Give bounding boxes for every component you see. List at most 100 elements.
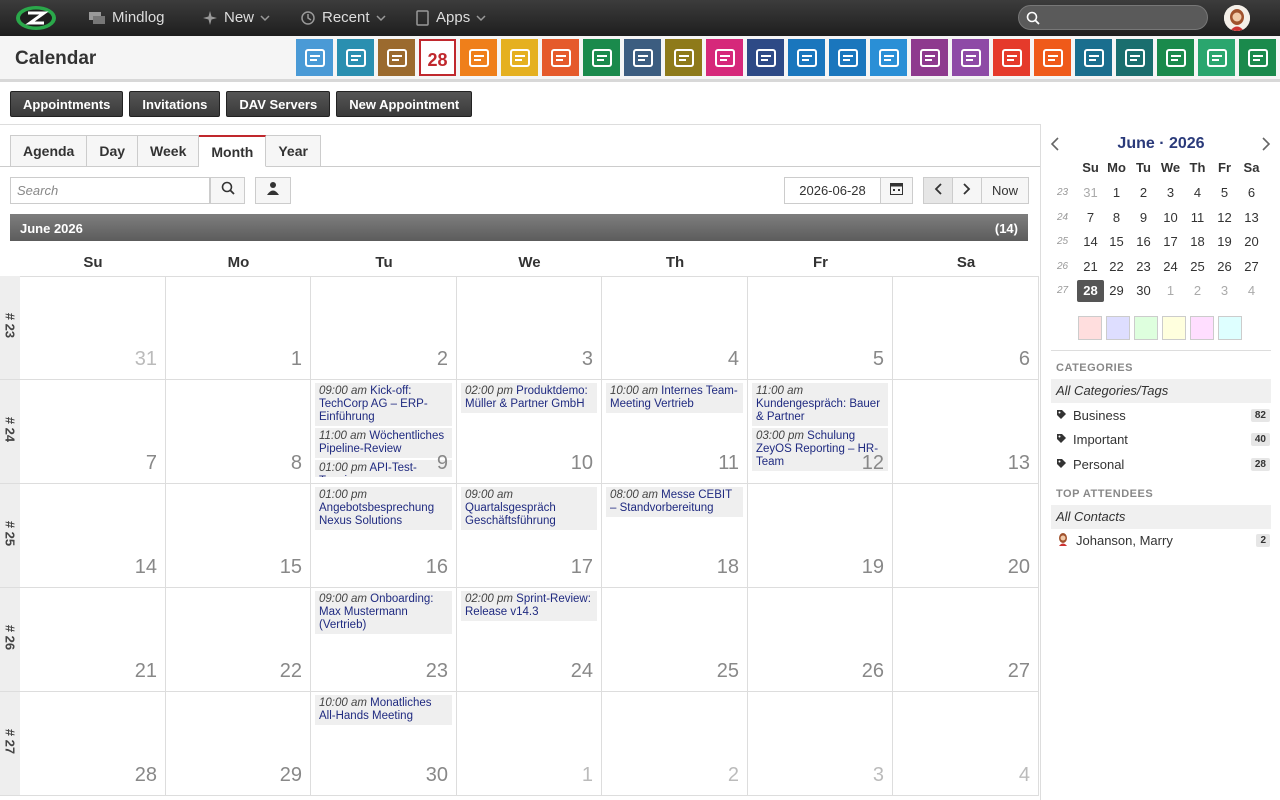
mini-day[interactable]: 31 (1077, 182, 1104, 204)
event-item[interactable]: 10:00 am Monatliches All-Hands Meeting (315, 695, 452, 725)
pdf-app-icon[interactable] (993, 39, 1030, 76)
mini-next-button[interactable] (1260, 135, 1272, 158)
mini-day[interactable]: 30 (1130, 280, 1157, 302)
day-cell[interactable]: 09:00 am Quartalsgespräch Geschäftsführu… (457, 484, 602, 588)
mini-day[interactable]: 1 (1157, 280, 1184, 302)
mini-day[interactable]: 28 (1077, 280, 1104, 302)
mini-day[interactable]: 2 (1184, 280, 1211, 302)
day-cell[interactable]: 3 (748, 692, 893, 796)
day-cell[interactable]: 5 (748, 276, 893, 380)
day-cell[interactable]: 26 (748, 588, 893, 692)
documents-app-icon[interactable] (665, 39, 702, 76)
appointments-button[interactable]: Appointments (10, 91, 124, 117)
day-cell[interactable]: 14 (20, 484, 166, 588)
all-categories-link[interactable]: All Categories/Tags (1051, 379, 1271, 403)
day-cell[interactable]: 02:00 pm Sprint-Review: Release v14.3 24 (457, 588, 602, 692)
projects-app-icon[interactable] (542, 39, 579, 76)
mail-app-icon[interactable] (296, 39, 333, 76)
search-button[interactable] (210, 177, 245, 204)
now-button[interactable]: Now (981, 177, 1029, 204)
date-picker-button[interactable] (880, 177, 913, 204)
finance-app-icon[interactable] (747, 39, 784, 76)
cart-app-icon[interactable] (1116, 39, 1153, 76)
mini-day[interactable]: 23 (1130, 256, 1157, 278)
event-item[interactable]: 09:00 am Onboarding: Max Mustermann (Ver… (315, 591, 452, 634)
day-cell[interactable]: 6 (893, 276, 1039, 380)
calendar-app-icon[interactable]: 28 (419, 39, 456, 76)
mini-day[interactable]: 5 (1211, 182, 1238, 204)
user-avatar[interactable] (1224, 5, 1250, 31)
day-cell[interactable]: 01:00 pm Angebotsbesprechung Nexus Solut… (311, 484, 457, 588)
mini-day[interactable]: 24 (1157, 256, 1184, 278)
color-swatch[interactable] (1078, 316, 1102, 340)
mini-day[interactable]: 10 (1157, 207, 1184, 229)
next-month-button[interactable] (952, 177, 982, 204)
tab-week[interactable]: Week (138, 135, 200, 167)
nav-mindlog[interactable]: Mindlog (88, 9, 165, 26)
day-cell[interactable]: 21 (20, 588, 166, 692)
prev-month-button[interactable] (923, 177, 953, 204)
mini-day[interactable]: 27 (1238, 256, 1265, 278)
nav-recent[interactable]: Recent (300, 9, 386, 26)
payment-app-icon[interactable] (870, 39, 907, 76)
bookmarks-app-icon[interactable] (624, 39, 661, 76)
event-item[interactable]: 11:00 am Wöchentliches Pipeline-Review (315, 428, 452, 458)
mini-day[interactable]: 9 (1130, 207, 1157, 229)
mini-day[interactable]: 12 (1211, 207, 1238, 229)
mini-day[interactable]: 26 (1211, 256, 1238, 278)
event-item[interactable]: 09:00 am Kick-off: TechCorp AG – ERP-Ein… (315, 383, 452, 426)
accounting-app-icon[interactable] (1157, 39, 1194, 76)
mini-day[interactable]: 3 (1211, 280, 1238, 302)
category-business[interactable]: Business 82 (1056, 404, 1270, 426)
day-cell[interactable]: 28 (20, 692, 166, 796)
mini-day[interactable]: 7 (1077, 207, 1104, 229)
day-cell[interactable]: 29 (166, 692, 311, 796)
tab-agenda[interactable]: Agenda (10, 135, 88, 167)
delivery-app-icon[interactable] (788, 39, 825, 76)
mini-day[interactable]: 16 (1130, 231, 1157, 253)
mini-day[interactable]: 3 (1157, 182, 1184, 204)
mini-day[interactable]: 13 (1238, 207, 1265, 229)
mini-day[interactable]: 21 (1077, 256, 1104, 278)
day-cell[interactable]: 20 (893, 484, 1039, 588)
day-cell[interactable]: 4 (602, 276, 748, 380)
tab-day[interactable]: Day (87, 135, 139, 167)
day-cell[interactable]: 10:00 am Monatliches All-Hands Meeting 30 (311, 692, 457, 796)
day-cell[interactable]: 13 (893, 380, 1039, 484)
tasks-app-icon[interactable] (501, 39, 538, 76)
color-swatch[interactable] (1218, 316, 1242, 340)
nav-apps[interactable]: Apps (416, 9, 486, 26)
mini-day[interactable]: 20 (1238, 231, 1265, 253)
day-cell[interactable]: 27 (893, 588, 1039, 692)
day-cell[interactable]: 02:00 pm Produktdemo: Müller & Partner G… (457, 380, 602, 484)
download-app-icon[interactable] (1075, 39, 1112, 76)
event-item[interactable]: 10:00 am Internes Team-Meeting Vertrieb (606, 383, 743, 413)
color-swatch[interactable] (1190, 316, 1214, 340)
mini-day[interactable]: 11 (1184, 207, 1211, 229)
event-item[interactable]: 09:00 am Quartalsgespräch Geschäftsführu… (461, 487, 597, 530)
timer-app-icon[interactable] (460, 39, 497, 76)
day-cell[interactable]: 22 (166, 588, 311, 692)
day-cell[interactable]: 1 (166, 276, 311, 380)
invitations-button[interactable]: Invitations (129, 91, 221, 117)
mini-day[interactable]: 22 (1103, 256, 1130, 278)
zeyos-logo-icon[interactable] (14, 4, 58, 36)
day-cell[interactable]: 01:00 pm API-Test-Termin 11:00 am Wöchent… (311, 380, 457, 484)
event-item[interactable]: 02:00 pm Produktdemo: Müller & Partner G… (461, 383, 597, 413)
color-swatch[interactable] (1106, 316, 1130, 340)
event-item[interactable]: 01:00 pm Angebotsbesprechung Nexus Solut… (315, 487, 452, 530)
global-search[interactable] (1018, 5, 1208, 30)
database-app-icon[interactable] (1239, 39, 1276, 76)
day-cell[interactable]: 09:00 am Onboarding: Max Mustermann (Ver… (311, 588, 457, 692)
all-contacts-link[interactable]: All Contacts (1051, 505, 1271, 529)
addressbook-app-icon[interactable] (378, 39, 415, 76)
day-cell[interactable]: 25 (602, 588, 748, 692)
broadcast-app-icon[interactable] (1034, 39, 1071, 76)
event-item[interactable]: 01:00 pm API-Test-Termin (315, 460, 452, 477)
notes-app-icon[interactable] (583, 39, 620, 76)
global-search-input[interactable] (1043, 9, 1203, 27)
mini-day[interactable]: 14 (1077, 231, 1104, 253)
mini-day[interactable]: 4 (1184, 182, 1211, 204)
day-cell[interactable]: 2 (602, 692, 748, 796)
day-cell[interactable]: 15 (166, 484, 311, 588)
